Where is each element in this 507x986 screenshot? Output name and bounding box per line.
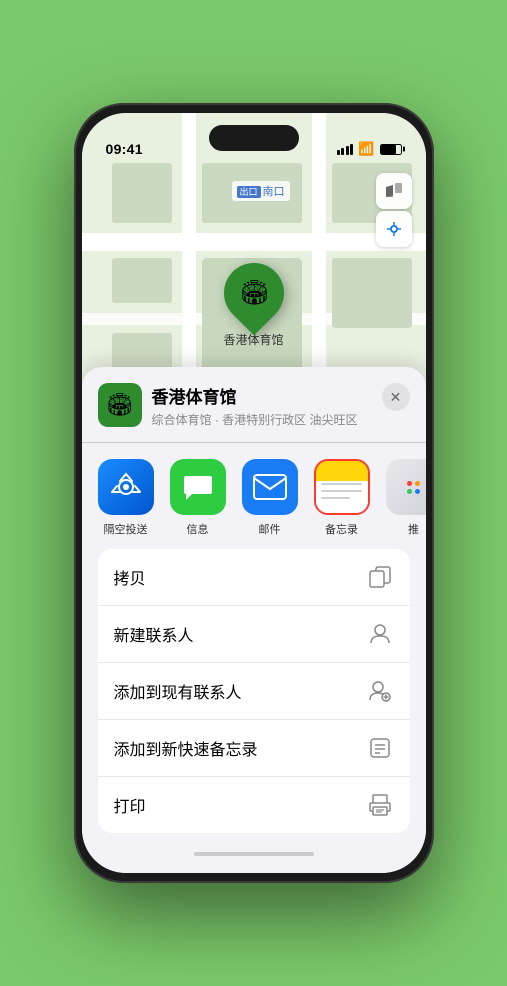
copy-label: 拷贝 [114,565,146,589]
bottom-sheet: 🏟 香港体育馆 综合体育馆 · 香港特别行政区 油尖旺区 ✕ [82,367,426,873]
add-quick-note-label: 添加到新快速备忘录 [114,736,258,760]
airdrop-icon [98,459,154,515]
map-type-button[interactable] [376,173,412,209]
mail-icon [242,459,298,515]
pin-emoji: 🏟 [238,279,268,308]
map-exit-label: 出口南口 [232,181,290,201]
status-time: 09:41 [106,141,143,157]
home-indicator [82,843,426,873]
more-icon [386,459,426,515]
messages-label: 信息 [187,521,209,537]
map-block [112,258,172,303]
add-existing-contact-label: 添加到现有联系人 [114,679,242,703]
print-action[interactable]: 打印 [98,777,410,833]
status-icons: 📶 [337,141,402,157]
messages-share-button[interactable]: 信息 [162,459,234,537]
copy-action[interactable]: 拷贝 [98,549,410,606]
venue-subtitle: 综合体育馆 · 香港特别行政区 油尖旺区 [152,411,382,428]
dynamic-island [209,125,299,151]
note-icon [366,734,394,762]
home-bar [194,852,314,856]
add-existing-contact-action[interactable]: 添加到现有联系人 [98,663,410,720]
venue-icon: 🏟 [98,383,142,427]
battery-icon [380,144,402,155]
location-button[interactable] [376,211,412,247]
notes-label: 备忘录 [325,521,358,537]
airdrop-share-button[interactable]: 隔空投送 [90,459,162,537]
phone-frame: 09:41 📶 [74,103,434,883]
close-button[interactable]: ✕ [382,383,410,411]
location-pin: 🏟 香港体育馆 [223,263,283,348]
venue-header: 🏟 香港体育馆 综合体育馆 · 香港特别行政区 油尖旺区 ✕ [82,383,426,443]
new-contact-action[interactable]: 新建联系人 [98,606,410,663]
copy-icon [366,563,394,591]
mail-label: 邮件 [259,521,281,537]
phone-screen: 09:41 📶 [82,113,426,873]
mail-share-button[interactable]: 邮件 [234,459,306,537]
map-block [332,258,412,328]
pin-circle: 🏟 [211,251,296,336]
more-share-button[interactable]: 推 [378,459,426,537]
print-label: 打印 [114,793,146,817]
wifi-icon: 📶 [358,141,374,157]
signal-bars-icon [337,144,354,155]
more-label: 推 [408,521,419,537]
airdrop-label: 隔空投送 [104,521,148,537]
print-icon [366,791,394,819]
map-road [82,233,426,251]
notes-icon [314,459,370,515]
person-add-icon [366,620,394,648]
map-controls [376,173,412,247]
messages-icon [170,459,226,515]
venue-info: 香港体育馆 综合体育馆 · 香港特别行政区 油尖旺区 [152,383,382,428]
person-plus-icon [366,677,394,705]
map-block [112,163,172,223]
add-quick-note-action[interactable]: 添加到新快速备忘录 [98,720,410,777]
notes-share-button[interactable]: 备忘录 [306,459,378,537]
action-list: 拷贝 新建联系人 [98,549,410,833]
venue-name: 香港体育馆 [152,383,382,408]
new-contact-label: 新建联系人 [114,622,194,646]
share-apps-row: 隔空投送 信息 [82,443,426,549]
